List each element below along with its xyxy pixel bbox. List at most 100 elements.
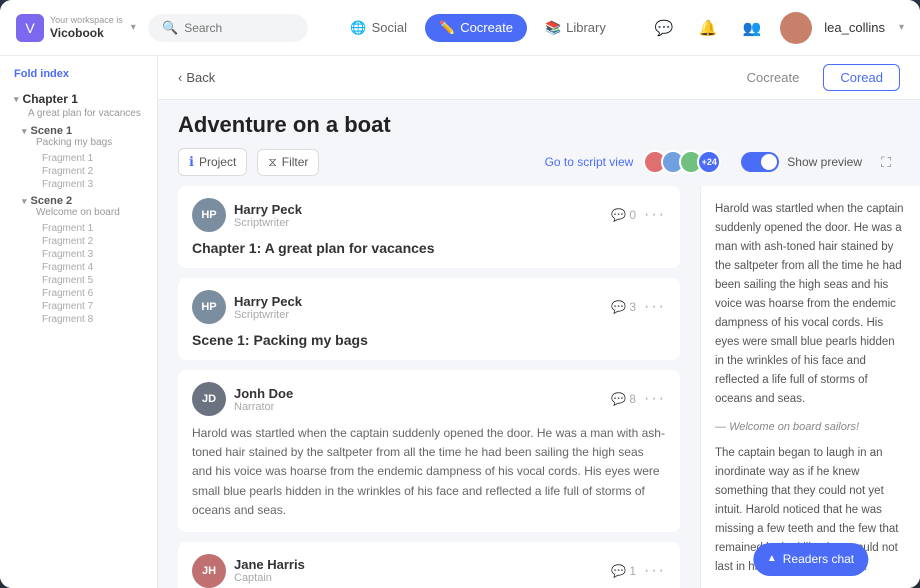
list-item[interactable]: Fragment 2 [42,165,143,178]
search-icon: 🔍 [162,20,178,36]
user-avatar[interactable] [780,12,812,44]
feed-user-info: Jane Harris Captain [234,557,603,584]
chat-icon-btn[interactable]: 💬 [648,12,680,44]
collaborator-avatars: +24 [643,150,721,174]
more-options-button[interactable]: ··· [644,298,666,316]
filter-icon: ⧖ [268,155,276,170]
workspace-dropdown-icon[interactable]: ▾ [131,22,136,33]
chapter-label: Chapter 1 [23,92,78,106]
logo-icon: V [16,14,44,42]
comment-count-value: 8 [629,392,636,406]
go-script-label: Go to script view [545,155,634,169]
scene-2-chevron-icon: ▾ [22,196,27,207]
list-item[interactable]: Fragment 6 [42,287,143,300]
feed-role: Scriptwriter [234,309,603,321]
list-item[interactable]: Fragment 3 [42,248,143,261]
sidebar-chapter: ▾ Chapter 1 A great plan for vacances ▾ … [0,88,157,334]
nav-library[interactable]: 📚 Library [531,14,620,42]
comment-icon: 💬 [611,564,626,578]
scene-2-fragments: Fragment 1 Fragment 2 Fragment 3 Fragmen… [22,222,143,326]
more-options-button[interactable]: ··· [644,206,666,224]
project-button[interactable]: ℹ Project [178,148,247,176]
feed-username: Jane Harris [234,557,603,572]
fold-index-label[interactable]: Fold index [0,68,157,88]
feed-role: Captain [234,572,603,584]
app-window: V Your workspace is Vicobook ▾ 🔍 🌐 Socia… [0,0,920,588]
preview-toggle[interactable]: Show preview [741,152,862,172]
comment-count-value: 3 [629,300,636,314]
feed-scene-title: Scene 1: Packing my bags [192,332,666,348]
user-dropdown-icon[interactable]: ▾ [899,22,904,33]
scene-1-header[interactable]: ▾ Scene 1 [22,125,143,137]
comment-icon: 💬 [611,300,626,314]
content-area: Fold index ▾ Chapter 1 A great plan for … [0,56,920,588]
chapter-header[interactable]: ▾ Chapter 1 [14,92,143,106]
feed-meta: 💬 0 ··· [611,206,666,224]
scene-1-chevron-icon: ▾ [22,126,27,137]
list-item[interactable]: Fragment 4 [42,261,143,274]
filter-button[interactable]: ⧖ Filter [257,149,319,176]
logo-area: V Your workspace is Vicobook ▾ [16,14,136,42]
feed-item-header: JD Jonh Doe Narrator 💬 8 ··· [192,382,666,416]
sub-header: ‹ Back Cocreate Coread [158,56,920,100]
search-bar[interactable]: 🔍 [148,14,308,42]
comment-count: 💬 1 [611,564,636,578]
search-input[interactable] [184,21,294,35]
toggle-knob [761,154,777,170]
readers-chat-button[interactable]: ▲ Readers chat [753,543,868,576]
chevron-up-icon: ▲ [767,551,777,567]
scene-1-fragments: Fragment 1 Fragment 2 Fragment 3 [22,152,143,191]
scene-2-header[interactable]: ▾ Scene 2 [22,195,143,207]
social-icon: 🌐 [350,20,366,36]
comment-count: 💬 0 [611,208,636,222]
toggle-switch[interactable] [741,152,779,172]
cocreate-icon: ✏️ [439,20,455,36]
list-item[interactable]: Fragment 3 [42,178,143,191]
page-title-bar: Adventure on a boat ℹ Project ⧖ Filter G… [158,100,920,186]
project-label: Project [199,155,236,169]
go-to-script-button[interactable]: Go to script view [545,155,634,169]
list-item[interactable]: Fragment 1 [42,222,143,235]
back-button[interactable]: ‹ Back [178,70,215,85]
feed-user-info: Harry Peck Scriptwriter [234,294,603,321]
feed-user-info: Harry Peck Scriptwriter [234,202,603,229]
feed-item-header: HP Harry Peck Scriptwriter 💬 3 ··· [192,290,666,324]
sidebar: Fold index ▾ Chapter 1 A great plan for … [0,56,158,588]
preview-label: Show preview [787,155,862,169]
list-item[interactable]: Fragment 7 [42,300,143,313]
avatar-count: +24 [697,150,721,174]
feed-username: Jonh Doe [234,386,603,401]
notification-icon-btn[interactable]: 🔔 [692,12,724,44]
comment-count: 💬 3 [611,300,636,314]
list-item[interactable]: Fragment 8 [42,313,143,326]
expand-button[interactable]: ⛶ [872,148,900,176]
feed-meta: 💬 8 ··· [611,390,666,408]
tab-cocreate[interactable]: Cocreate [731,65,816,90]
tab-coread[interactable]: Coread [823,64,900,91]
comment-count: 💬 8 [611,392,636,406]
nav-social[interactable]: 🌐 Social [336,14,421,42]
comment-count-value: 1 [629,564,636,578]
scene-1-subtitle: Packing my bags [22,137,143,148]
feed-role: Scriptwriter [234,217,603,229]
sub-tabs: Cocreate Coread [731,64,900,91]
people-icon-btn[interactable]: 👥 [736,12,768,44]
info-icon: ℹ [189,154,194,170]
nav-cocreate[interactable]: ✏️ Cocreate [425,14,527,42]
more-options-button[interactable]: ··· [644,390,666,408]
main-area: ‹ Back Cocreate Coread Adventure on a bo… [158,56,920,588]
list-item[interactable]: Fragment 1 [42,152,143,165]
list-item[interactable]: Fragment 2 [42,235,143,248]
scene-2-subtitle: Welcome on board [22,207,143,218]
main-content: HP Harry Peck Scriptwriter 💬 0 ··· [158,186,920,588]
workspace-label: Your workspace is [50,15,123,26]
scene-1-block: ▾ Scene 1 Packing my bags Fragment 1 Fra… [14,125,143,191]
feed-username: Harry Peck [234,202,603,217]
list-item[interactable]: Fragment 5 [42,274,143,287]
filter-label: Filter [282,155,309,169]
preview-panel: Harold was startled when the captain sud… [700,186,920,588]
feed-item: HP Harry Peck Scriptwriter 💬 3 ··· [178,278,680,360]
more-options-button[interactable]: ··· [644,562,666,580]
username: lea_collins [824,20,885,35]
feed-role: Narrator [234,401,603,413]
